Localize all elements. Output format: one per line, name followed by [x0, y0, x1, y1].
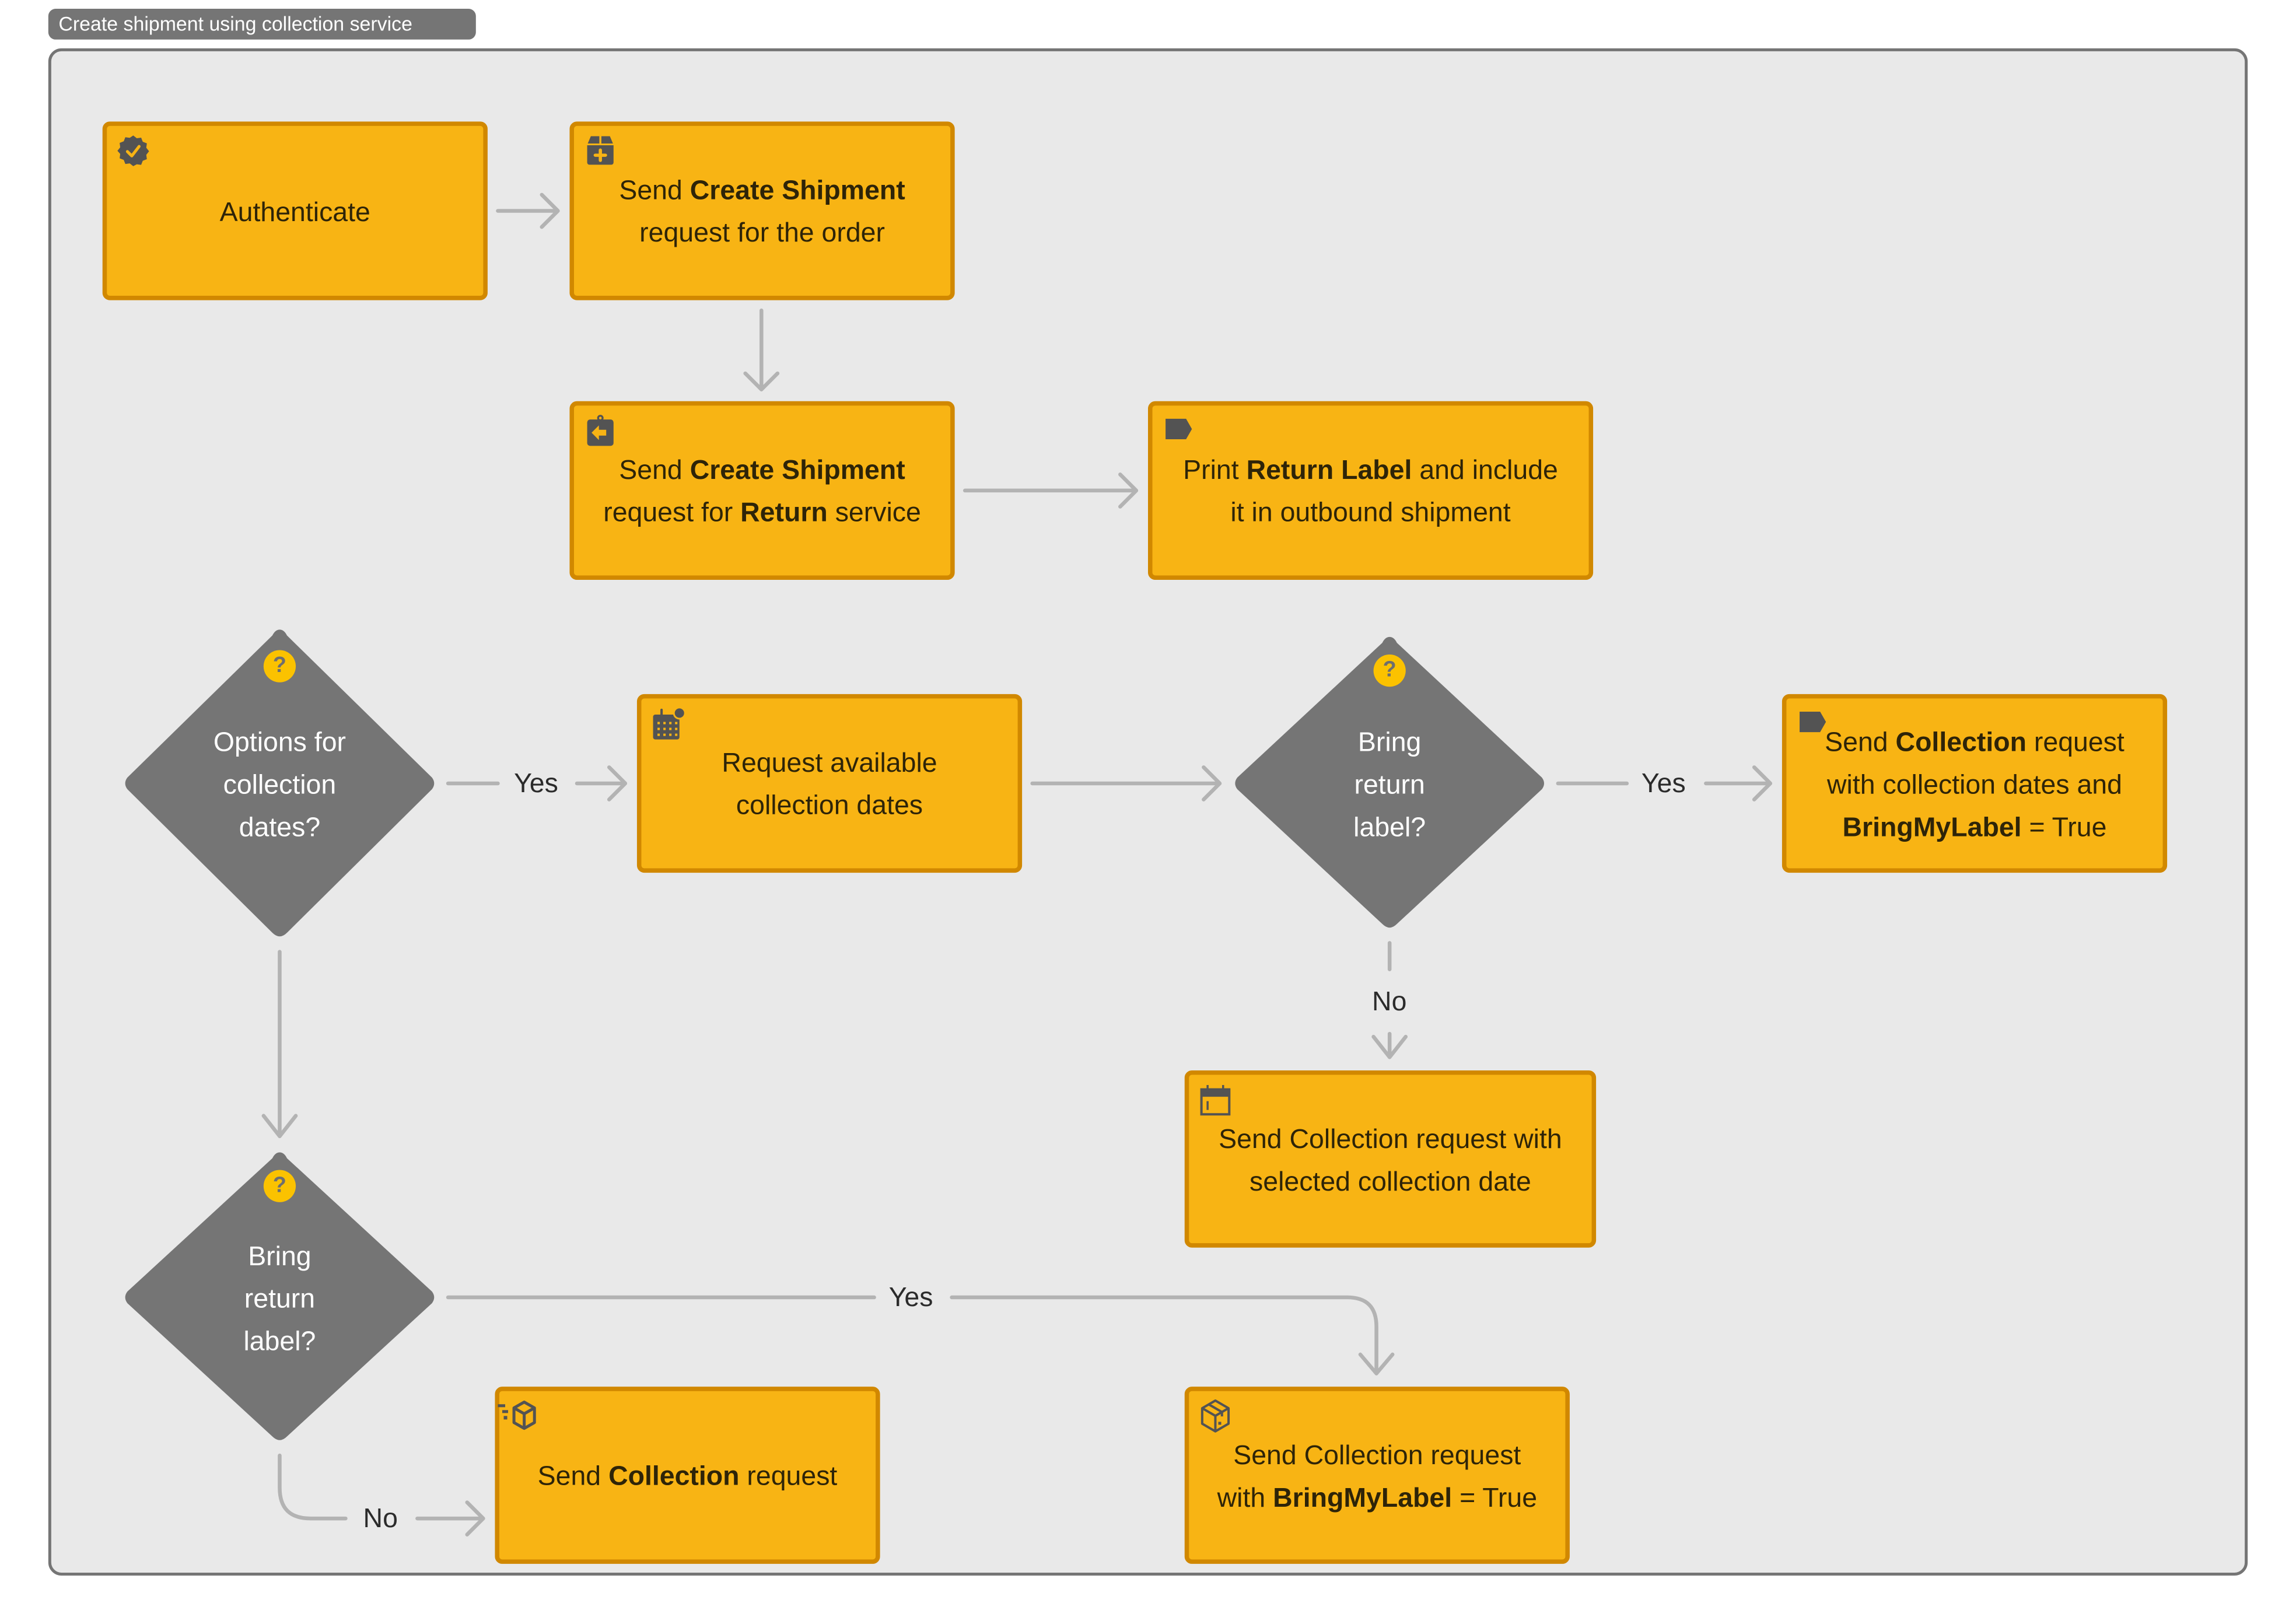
calendar-icon	[1200, 1085, 1231, 1116]
node-text-run: service	[827, 496, 921, 527]
node-text-line: it in outbound shipment	[1183, 491, 1558, 533]
clipboard-return-icon	[587, 415, 614, 446]
node-text-run: = True	[1452, 1481, 1538, 1512]
decision-options-collection-dates[interactable]: ? Options for collection dates?	[121, 626, 438, 942]
node-text-run: Send Collection request	[1233, 1438, 1521, 1469]
decision-text-line: return	[1354, 768, 1425, 800]
node-text-line: Send Create Shipment	[619, 169, 905, 211]
verified-badge-icon	[117, 135, 149, 166]
node-text: Request available collection dates	[710, 741, 949, 826]
node-text-run: request for	[603, 496, 741, 527]
node-text-run: = True	[2021, 810, 2107, 842]
node-text-line: collection dates	[722, 783, 937, 826]
fast-delivery-box-icon	[498, 1401, 536, 1430]
node-send-collection[interactable]: Send Collection request	[495, 1387, 880, 1564]
node-create-shipment[interactable]: Send Create Shipment request for the orde…	[569, 121, 955, 300]
node-text: Send Collection request	[526, 1454, 849, 1497]
diagram-canvas: Create shipment using collection service	[0, 0, 2296, 1624]
decision-text-line: collection	[223, 768, 337, 800]
decision-bring-return-label-1[interactable]: ? Bring return label?	[1231, 634, 1548, 933]
node-text-emphasis: Create Shipment	[690, 454, 905, 485]
edge-label-bring2-yes: Yes	[888, 1281, 933, 1312]
node-text-line: Send Collection request	[1825, 720, 2124, 762]
node-text-run: Request available	[722, 747, 937, 778]
node-text-run: with	[1217, 1481, 1273, 1512]
node-text-run: with collection dates and	[1826, 768, 2122, 799]
decision-text-line: dates?	[239, 811, 321, 842]
node-text-run: request for the order	[639, 216, 885, 248]
node-text-run: Send	[619, 454, 690, 485]
decision-text-line: Options for	[213, 726, 346, 757]
node-text-emphasis: BringMyLabel	[1273, 1481, 1452, 1512]
node-send-collection-dates-label[interactable]: Send Collection request with collection d…	[1782, 694, 2168, 873]
node-text-emphasis: Collection	[608, 1460, 740, 1491]
node-text-run: Print	[1183, 454, 1247, 485]
node-authenticate[interactable]: Authenticate	[102, 121, 488, 300]
node-text-line: Print Return Label and include	[1183, 448, 1558, 491]
node-text-run: Authenticate	[219, 195, 370, 226]
node-text-run: Send	[537, 1460, 609, 1491]
node-print-return-label[interactable]: Print Return Label and include it in outb…	[1147, 401, 1594, 580]
question-icon: ?	[1373, 654, 1406, 687]
node-text-line: Send Collection request with	[1219, 1116, 1562, 1159]
decision-text-line: label?	[243, 1325, 316, 1356]
node-text-run: request	[739, 1460, 838, 1491]
node-text-line: with collection dates and	[1825, 762, 2124, 805]
label-tag-icon	[1166, 418, 1192, 440]
node-text-emphasis: Return Label	[1246, 454, 1412, 485]
question-icon: ?	[263, 650, 296, 682]
label-tag-icon	[1800, 711, 1826, 733]
node-text-line: request for the order	[619, 211, 905, 253]
node-text-line: with BringMyLabel = True	[1217, 1475, 1537, 1518]
node-text-line: Send Create Shipment	[603, 448, 921, 491]
node-text-line: Send Collection request	[1217, 1433, 1537, 1475]
node-send-collection-label[interactable]: Send Collection request with BringMyLabel…	[1184, 1387, 1570, 1564]
decision-text: Options for collection dates?	[121, 720, 438, 848]
decision-text: Bring return label?	[1231, 720, 1548, 848]
edge-label-bring1-no: No	[1372, 985, 1407, 1017]
node-text-line: Send Collection request	[538, 1454, 838, 1497]
node-send-collection-selected-date[interactable]: Send Collection request with selected col…	[1184, 1070, 1597, 1248]
node-text-emphasis: Create Shipment	[690, 174, 905, 205]
node-text-line: Request available	[722, 741, 937, 783]
node-text-run: Send	[1825, 725, 1896, 757]
node-create-return-shipment[interactable]: Send Create Shipment request for Return s…	[569, 401, 955, 580]
decision-text-line: Bring	[1357, 726, 1422, 757]
node-text: Send Collection request with collection d…	[1813, 720, 2136, 847]
calendar-notification-icon	[653, 706, 685, 740]
node-text-run: Send	[619, 174, 690, 205]
node-text-run: Send Collection request with	[1219, 1122, 1562, 1153]
decision-text: Bring return label?	[121, 1234, 438, 1362]
node-text: Authenticate	[208, 190, 382, 232]
edge-label-options-yes: Yes	[514, 767, 558, 799]
question-icon: ?	[263, 1170, 296, 1202]
decision-text-line: label?	[1353, 811, 1426, 842]
edge-label-bring2-no: No	[363, 1502, 398, 1534]
node-text-line: BringMyLabel = True	[1825, 804, 2124, 847]
decision-text-line: return	[244, 1282, 316, 1314]
node-text-run: collection dates	[736, 789, 923, 820]
node-text-line: selected collection date	[1219, 1159, 1562, 1202]
package-box-icon	[1200, 1399, 1230, 1433]
diagram-title: Create shipment using collection service	[48, 9, 476, 40]
node-text-emphasis: Return	[740, 496, 828, 527]
node-text-emphasis: Collection	[1895, 725, 2027, 757]
decision-bring-return-label-2[interactable]: ? Bring return label?	[121, 1150, 438, 1446]
node-text-run: it in outbound shipment	[1230, 496, 1511, 527]
node-text-line: request for Return service	[603, 491, 921, 533]
node-text-run: request	[2026, 725, 2124, 757]
node-text: Send Create Shipment request for the orde…	[607, 169, 917, 254]
node-text: Print Return Label and include it in outb…	[1171, 448, 1570, 533]
node-text: Send Create Shipment request for Return s…	[592, 448, 933, 533]
node-text-run: selected collection date	[1250, 1164, 1531, 1196]
node-text: Send Collection request with selected col…	[1207, 1116, 1574, 1202]
edge-label-bring1-yes: Yes	[1641, 767, 1686, 799]
package-add-icon	[587, 136, 614, 165]
node-request-dates[interactable]: Request available collection dates	[636, 694, 1023, 873]
node-text-run: and include	[1412, 454, 1558, 485]
node-text-emphasis: BringMyLabel	[1842, 810, 2022, 842]
node-text-line: Authenticate	[220, 190, 370, 232]
decision-text-line: Bring	[248, 1240, 312, 1271]
node-text: Send Collection request with BringMyLabel…	[1206, 1433, 1549, 1518]
